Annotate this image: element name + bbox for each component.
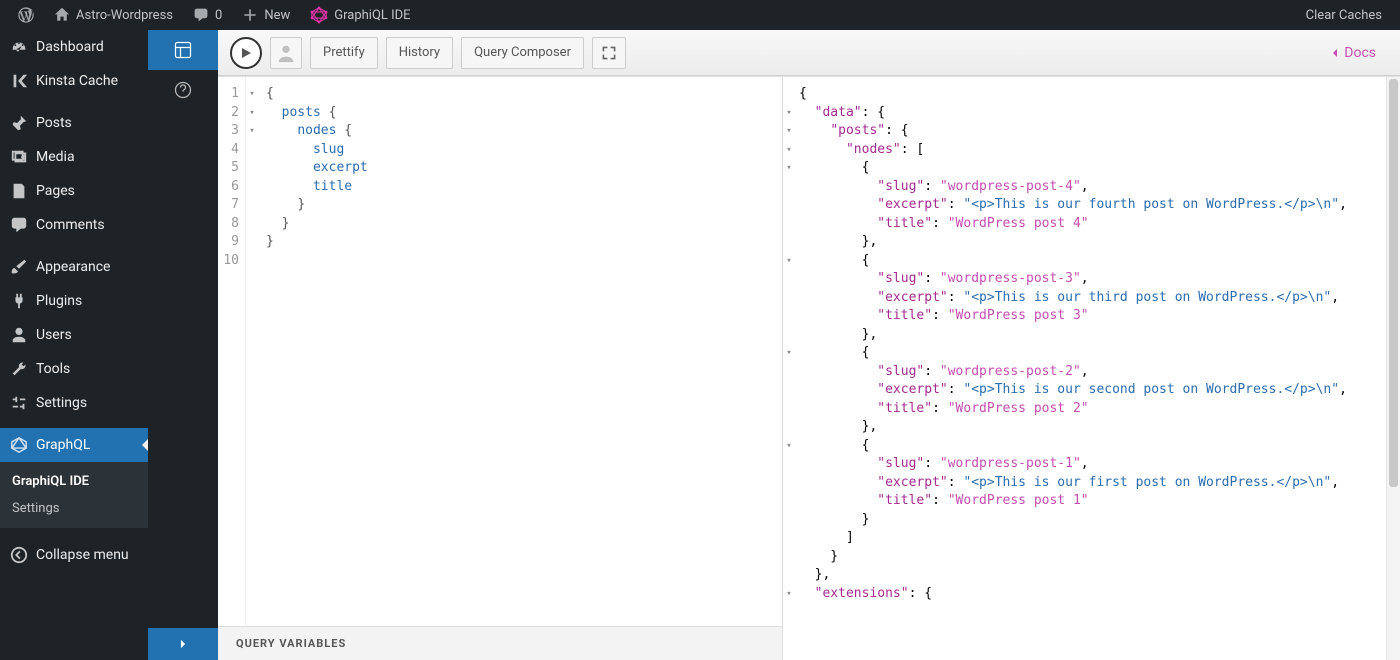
sidebar-item-users[interactable]: Users [0,318,148,352]
chevron-left-icon [1330,48,1340,58]
query-variables-toggle[interactable]: QUERY VARIABLES [218,626,782,660]
sidebar-item-tools[interactable]: Tools [0,352,148,386]
graphiql-rail [148,30,218,660]
play-icon [240,47,252,59]
user-avatar[interactable] [270,37,302,69]
fold-gutter[interactable]: ▾▾▾ [246,77,258,626]
wp-logo[interactable] [8,0,44,30]
graphiql-link[interactable]: GraphiQL IDE [300,0,420,30]
sidebar-submenu-graphql: GraphiQL IDE Settings [0,462,148,528]
prettify-button[interactable]: Prettify [310,37,378,69]
page-icon [10,182,28,200]
comment-icon [193,7,209,23]
graphql-icon [10,436,28,454]
clear-caches-link[interactable]: Clear Caches [1296,0,1392,30]
sidebar-item-appearance[interactable]: Appearance [0,250,148,284]
graphiql-label: GraphiQL IDE [334,8,410,23]
line-gutter: 12345678910 [218,77,246,626]
fullscreen-icon [601,45,617,61]
result-pane: ▾▾▾▾▾▾▾▾ { "data": { "posts": { "nodes":… [783,77,1400,660]
run-button[interactable] [230,37,262,69]
graphiql-toolbar: Prettify History Query Composer Docs [218,30,1400,76]
new-label: New [264,8,290,23]
query-editor[interactable]: 12345678910 ▾▾▾ { posts { nodes { slug e… [218,77,782,626]
new-link[interactable]: New [232,0,300,30]
admin-bar: Astro-Wordpress 0 New GraphiQL IDE Clear… [0,0,1400,30]
plus-icon [242,7,258,23]
graphiql-main: Prettify History Query Composer Docs 123… [218,30,1400,660]
wordpress-icon [18,7,34,23]
graphql-icon [310,6,328,24]
comment-icon [10,216,28,234]
home-icon [54,7,70,23]
wrench-icon [10,360,28,378]
docs-button[interactable]: Docs [1318,45,1388,61]
avatar-icon [275,42,297,64]
gauge-icon [10,38,28,56]
sidebar-collapse[interactable]: Collapse menu [0,538,148,572]
sidebar-sub-settings[interactable]: Settings [0,495,148,522]
result-scrollbar[interactable] [1386,77,1400,660]
rail-help[interactable] [148,70,218,110]
explorer-icon [173,40,193,60]
result-fold-gutter[interactable]: ▾▾▾▾▾▾▾▾ [783,77,795,660]
site-name: Astro-Wordpress [76,8,173,23]
history-button[interactable]: History [386,37,453,69]
query-body[interactable]: { posts { nodes { slug excerpt title } }… [258,77,782,626]
sidebar-item-media[interactable]: Media [0,140,148,174]
brush-icon [10,258,28,276]
fullscreen-button[interactable] [592,37,626,69]
editor-area: 12345678910 ▾▾▾ { posts { nodes { slug e… [218,76,1400,660]
sidebar-item-posts[interactable]: Posts [0,106,148,140]
sidebar-item-settings[interactable]: Settings [0,386,148,420]
plug-icon [10,292,28,310]
rail-explorer[interactable] [148,30,218,70]
help-icon [173,80,193,100]
user-icon [10,326,28,344]
clear-caches-label: Clear Caches [1306,8,1382,23]
comments-link[interactable]: 0 [183,0,232,30]
sidebar-item-pages[interactable]: Pages [0,174,148,208]
pin-icon [10,114,28,132]
composer-button[interactable]: Query Composer [461,37,584,69]
chevron-right-icon [176,637,190,651]
sidebar-item-plugins[interactable]: Plugins [0,284,148,318]
sidebar-item-dashboard[interactable]: Dashboard [0,30,148,64]
kinsta-icon [10,72,28,90]
media-icon [10,148,28,166]
sidebar-item-graphql[interactable]: GraphQL [0,428,148,462]
sidebar-item-comments[interactable]: Comments [0,208,148,242]
sliders-icon [10,394,28,412]
wp-sidebar: Dashboard Kinsta Cache Posts Media Pages… [0,30,148,660]
sidebar-sub-ide[interactable]: GraphiQL IDE [0,468,148,495]
comments-count: 0 [215,8,222,23]
rail-expand[interactable] [148,628,218,660]
result-body[interactable]: { "data": { "posts": { "nodes": [ { "slu… [795,77,1386,660]
query-pane: 12345678910 ▾▾▾ { posts { nodes { slug e… [218,77,783,660]
scrollbar-thumb[interactable] [1389,79,1398,487]
site-name-link[interactable]: Astro-Wordpress [44,0,183,30]
sidebar-item-kinsta[interactable]: Kinsta Cache [0,64,148,98]
collapse-icon [10,546,28,564]
